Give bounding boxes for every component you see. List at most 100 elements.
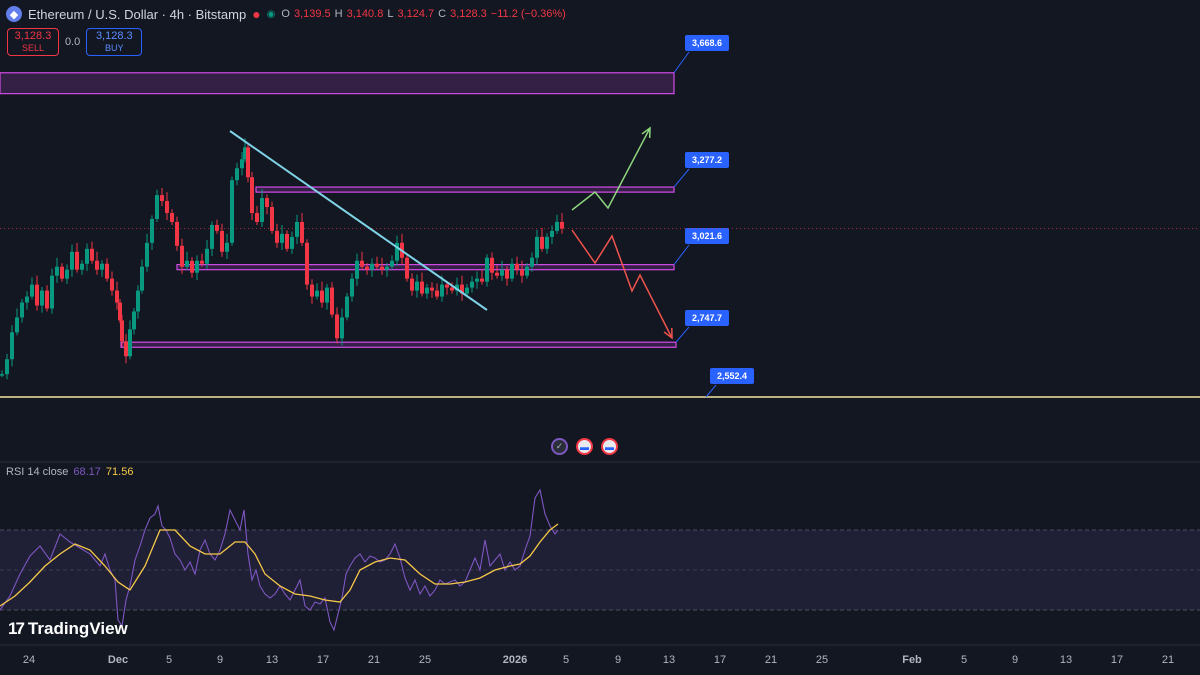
time-tick-label: 25 [419, 654, 431, 666]
time-tick-label: 5 [961, 654, 967, 666]
candle-body [295, 221, 299, 237]
candle-body [246, 147, 250, 178]
candle-body [445, 284, 449, 288]
candle-body [185, 260, 189, 267]
candle-body [128, 329, 132, 357]
candle-body [520, 269, 524, 276]
candle-body [5, 359, 9, 375]
candle-body [335, 314, 339, 339]
candle-body [515, 263, 519, 270]
candle-body [200, 260, 204, 264]
candle-body [355, 260, 359, 279]
candle-body [100, 263, 104, 270]
candle-body [20, 302, 24, 318]
candle-body [480, 278, 484, 282]
candle-body [345, 296, 349, 318]
candle-body [490, 257, 494, 273]
candle-body [0, 374, 4, 376]
zone-label-leader [673, 168, 690, 188]
candle-body [136, 290, 140, 312]
rsi-pane [0, 461, 1200, 632]
time-tick-label: 21 [1162, 654, 1174, 666]
zone-label-leader [673, 51, 690, 74]
candle-body [325, 287, 329, 303]
trendline [229, 130, 488, 311]
economic-events: ✓ ▬ ▬ [551, 438, 618, 455]
candle-body [165, 201, 169, 214]
candle-body [350, 278, 354, 297]
zone-price-label: 2,747.7 [692, 313, 722, 323]
rsi-legend[interactable]: RSI 14 close 68.17 71.56 [6, 466, 133, 478]
candle-body [85, 248, 89, 264]
candle-body [180, 245, 184, 267]
candle-body [530, 257, 534, 267]
candle-body [470, 281, 474, 288]
candle-body [405, 257, 409, 279]
time-tick-label: Dec [108, 654, 128, 666]
candle-body [425, 287, 429, 294]
candle-body [255, 213, 259, 222]
candle-body [450, 287, 454, 291]
time-tick-label: 21 [368, 654, 380, 666]
time-axis: 24 Dec 5 9 13 17 21 25 2026 5 9 13 17 21 25 Feb 5 9 13 17 21 [0, 644, 1200, 666]
candle-body [225, 242, 229, 252]
candle-body [385, 266, 389, 270]
supply-demand-zone [120, 341, 677, 348]
buy-button[interactable]: 3,128.3 BUY [86, 28, 143, 56]
ohlc-readout: O 3,139.5 H 3,140.8 L 3,124.7 C 3,128.3 −11.… [281, 8, 566, 20]
zone-price-label: 3,668.6 [692, 38, 722, 48]
alert-icon[interactable]: ● [252, 6, 260, 22]
zone-label-leader [675, 326, 690, 343]
candle-body [205, 248, 209, 264]
candle-body [195, 260, 199, 273]
us-flag-icon[interactable]: ▬ [576, 438, 593, 455]
market-open-icon: ◉ [266, 8, 276, 20]
zone-price-label: 3,277.2 [692, 155, 722, 165]
sell-button[interactable]: 3,128.3 SELL [7, 28, 59, 56]
candle-body [415, 281, 419, 291]
candle-body [315, 290, 319, 297]
candle-body [365, 266, 369, 270]
time-tick-label: 9 [217, 654, 223, 666]
candle-body [285, 233, 289, 249]
spread-value: 0.0 [65, 36, 81, 48]
time-tick-label: Feb [902, 654, 922, 666]
symbol-header: ◆ Ethereum / U.S. Dollar · 4h · Bitstamp… [6, 6, 566, 22]
zone-label-leader [673, 244, 690, 265]
candle-body [220, 230, 224, 252]
event-marker-icon[interactable]: ✓ [551, 438, 568, 455]
candle-body [380, 266, 384, 270]
time-tick-label: 17 [317, 654, 329, 666]
tradingview-logo[interactable]: 17 TradingView [8, 619, 128, 639]
time-tick-label: 2026 [503, 654, 527, 666]
trade-panel: 3,128.3 SELL 0.0 3,128.3 BUY [7, 28, 143, 56]
candle-body [60, 266, 64, 279]
time-tick-label: 24 [23, 654, 35, 666]
candle-body [215, 224, 219, 231]
price-chart[interactable]: 3,668.6 3,277.2 3,021.6 2,747.7 2,552.4 24 De… [0, 0, 1200, 675]
candle-body [124, 341, 128, 357]
candle-body [310, 284, 314, 297]
candle-body [40, 290, 44, 306]
candle-body [210, 224, 214, 249]
candle-body [280, 233, 284, 243]
time-tick-label: 13 [663, 654, 675, 666]
symbol-title[interactable]: Ethereum / U.S. Dollar · 4h · Bitstamp [28, 7, 246, 22]
candle-body [320, 290, 324, 303]
zones-layer: 3,668.6 3,277.2 3,021.6 2,747.7 2,552.4 [0, 35, 1200, 398]
candle-body [235, 168, 239, 181]
candle-body [105, 263, 109, 279]
time-tick-label: 5 [166, 654, 172, 666]
candle-body [175, 221, 179, 246]
time-tick-label: 9 [615, 654, 621, 666]
time-tick-label: 17 [1111, 654, 1123, 666]
candle-body [510, 263, 514, 279]
time-tick-label: 25 [816, 654, 828, 666]
candle-body [290, 236, 294, 249]
time-tick-label: 13 [1060, 654, 1072, 666]
candle-body [270, 207, 274, 231]
candle-body [545, 236, 549, 249]
supply-demand-zone [0, 72, 675, 95]
us-flag-icon[interactable]: ▬ [601, 438, 618, 455]
forecast-down-arrow [571, 229, 673, 339]
